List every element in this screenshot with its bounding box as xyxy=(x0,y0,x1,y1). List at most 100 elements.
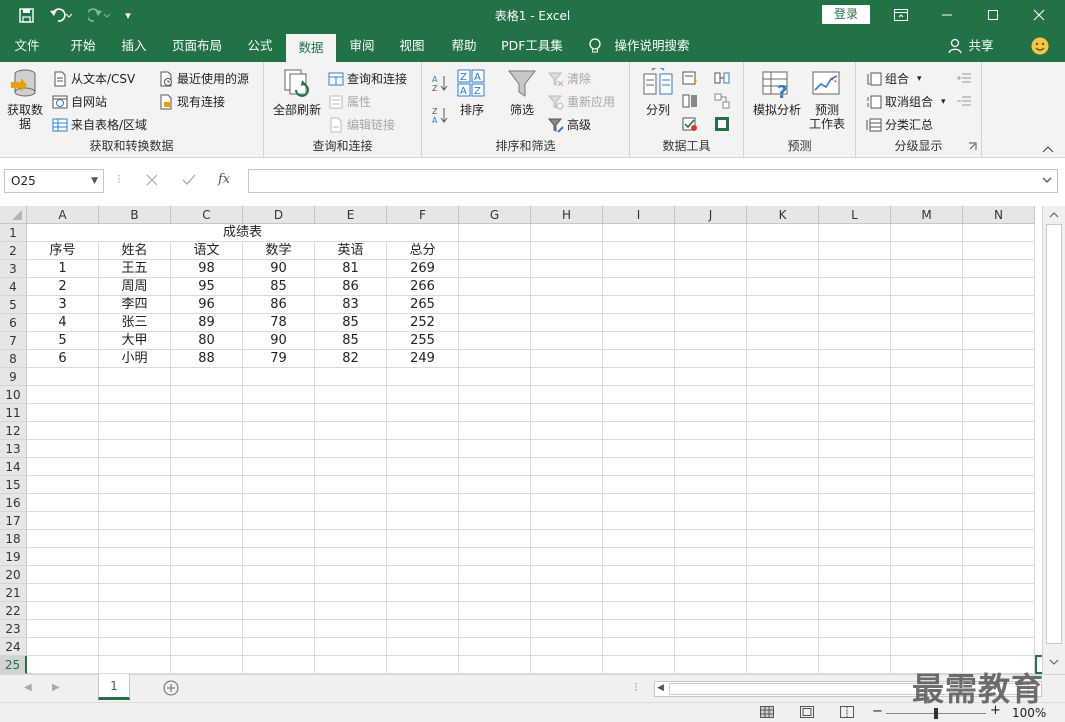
cell[interactable] xyxy=(27,368,99,386)
cell[interactable] xyxy=(171,584,243,602)
cell[interactable] xyxy=(171,566,243,584)
cell[interactable] xyxy=(531,404,603,422)
cell[interactable] xyxy=(531,242,603,260)
advanced-filter-button[interactable]: 高级 xyxy=(547,116,591,133)
cell[interactable] xyxy=(963,296,1035,314)
cell[interactable] xyxy=(243,530,315,548)
row-header-18[interactable]: 18 xyxy=(0,530,27,548)
cell[interactable] xyxy=(747,314,819,332)
cell[interactable] xyxy=(27,404,99,422)
cell[interactable] xyxy=(531,512,603,530)
get-data-button[interactable]: 获取数据 xyxy=(4,68,46,131)
cell[interactable] xyxy=(675,440,747,458)
cell[interactable] xyxy=(459,350,531,368)
cell[interactable] xyxy=(27,512,99,530)
cell[interactable] xyxy=(243,476,315,494)
row-header-6[interactable]: 6 xyxy=(0,314,27,332)
row-header-14[interactable]: 14 xyxy=(0,458,27,476)
cell[interactable] xyxy=(603,368,675,386)
column-header-a[interactable]: A xyxy=(27,206,99,224)
cell[interactable] xyxy=(747,422,819,440)
cell[interactable] xyxy=(171,404,243,422)
login-button[interactable]: 登录 xyxy=(822,5,870,24)
cell[interactable] xyxy=(459,548,531,566)
cell[interactable] xyxy=(243,458,315,476)
filter-button[interactable]: 筛选 xyxy=(504,68,540,117)
cell[interactable] xyxy=(963,548,1035,566)
cell[interactable] xyxy=(819,458,891,476)
cell[interactable] xyxy=(315,566,387,584)
cell[interactable] xyxy=(387,404,459,422)
cell[interactable] xyxy=(675,278,747,296)
cell[interactable] xyxy=(819,368,891,386)
table-header-cell[interactable]: 数学 xyxy=(243,242,315,260)
cell[interactable] xyxy=(315,656,387,674)
cell[interactable] xyxy=(603,494,675,512)
share-button[interactable]: 共享 xyxy=(964,30,998,62)
cell[interactable] xyxy=(315,620,387,638)
cell[interactable] xyxy=(459,404,531,422)
cell[interactable] xyxy=(459,494,531,512)
cell[interactable] xyxy=(819,386,891,404)
cell[interactable] xyxy=(603,224,675,242)
cell[interactable] xyxy=(675,296,747,314)
cell[interactable] xyxy=(747,296,819,314)
table-data-cell[interactable]: 王五 xyxy=(99,260,171,278)
insert-function-icon[interactable]: fx xyxy=(218,172,230,187)
sort-button[interactable]: ZAAZ 排序 xyxy=(454,68,490,117)
tab-view[interactable]: 视图 xyxy=(390,30,434,62)
cell[interactable] xyxy=(675,314,747,332)
cell[interactable] xyxy=(243,602,315,620)
cell[interactable] xyxy=(675,404,747,422)
redo-icon[interactable] xyxy=(84,4,114,26)
table-data-cell[interactable]: 4 xyxy=(27,314,99,332)
table-header-cell[interactable]: 序号 xyxy=(27,242,99,260)
cell[interactable] xyxy=(963,260,1035,278)
table-data-cell[interactable]: 1 xyxy=(27,260,99,278)
normal-view-icon[interactable] xyxy=(760,706,774,721)
cell[interactable] xyxy=(891,548,963,566)
cell[interactable] xyxy=(603,386,675,404)
row-header-3[interactable]: 3 xyxy=(0,260,27,278)
cell[interactable] xyxy=(675,350,747,368)
cell[interactable] xyxy=(603,584,675,602)
table-data-cell[interactable]: 266 xyxy=(387,278,459,296)
cell[interactable] xyxy=(603,440,675,458)
cell[interactable] xyxy=(531,350,603,368)
cell[interactable] xyxy=(747,368,819,386)
cell[interactable] xyxy=(747,242,819,260)
cell[interactable] xyxy=(963,620,1035,638)
table-data-cell[interactable]: 86 xyxy=(243,296,315,314)
cell[interactable] xyxy=(27,458,99,476)
cell[interactable] xyxy=(27,602,99,620)
cell[interactable] xyxy=(603,278,675,296)
cell[interactable] xyxy=(675,548,747,566)
customize-quick-access-icon[interactable]: ▾ xyxy=(120,4,136,26)
cell[interactable] xyxy=(747,224,819,242)
consolidate-button[interactable] xyxy=(714,70,733,86)
cell[interactable] xyxy=(531,440,603,458)
cell[interactable] xyxy=(747,458,819,476)
minimize-icon[interactable] xyxy=(924,0,970,30)
cell[interactable] xyxy=(675,494,747,512)
cell[interactable] xyxy=(243,422,315,440)
reapply-button[interactable]: 重新应用 xyxy=(547,93,615,110)
cell[interactable] xyxy=(459,278,531,296)
cell[interactable] xyxy=(603,458,675,476)
cell[interactable] xyxy=(819,548,891,566)
cell[interactable] xyxy=(171,602,243,620)
name-box-dropdown-icon[interactable]: ▼ xyxy=(91,170,98,192)
cell[interactable] xyxy=(243,512,315,530)
tab-data[interactable]: 数据 xyxy=(286,34,336,62)
table-data-cell[interactable]: 83 xyxy=(315,296,387,314)
cell[interactable] xyxy=(819,296,891,314)
table-data-cell[interactable]: 78 xyxy=(243,314,315,332)
cell[interactable] xyxy=(819,512,891,530)
cell[interactable] xyxy=(171,422,243,440)
cell[interactable] xyxy=(675,602,747,620)
cell[interactable] xyxy=(747,602,819,620)
column-header-h[interactable]: H xyxy=(531,206,603,224)
cell[interactable] xyxy=(99,530,171,548)
table-data-cell[interactable]: 6 xyxy=(27,350,99,368)
table-data-cell[interactable]: 252 xyxy=(387,314,459,332)
